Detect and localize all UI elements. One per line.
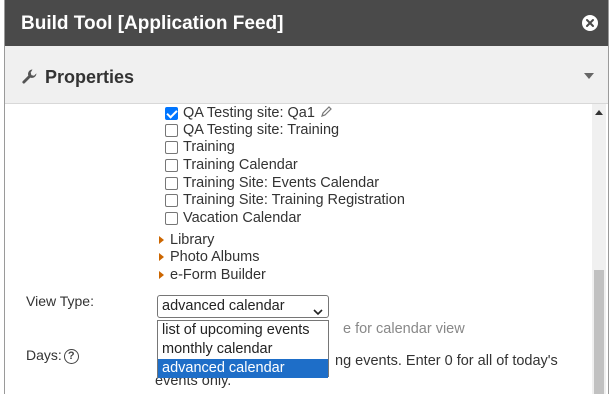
site-checkbox[interactable] <box>165 176 178 190</box>
site-option[interactable]: QA Testing site: Training <box>165 121 339 139</box>
site-label: Vacation Calendar <box>183 210 302 226</box>
site-label: Training <box>183 139 235 155</box>
site-checkbox[interactable] <box>165 158 178 172</box>
view-type-option-selected[interactable]: advanced calendar <box>158 359 328 378</box>
tree-item-label: Library <box>170 232 215 248</box>
tree-item-eform-builder[interactable]: e-Form Builder <box>159 266 266 284</box>
view-type-option[interactable]: list of upcoming events <box>158 321 328 340</box>
site-option[interactable]: Vacation Calendar <box>165 209 301 227</box>
tree-item-label: Photo Albums <box>170 249 260 265</box>
properties-panel-header[interactable]: Properties <box>5 46 608 104</box>
help-icon[interactable]: ? <box>63 348 79 364</box>
close-icon[interactable] <box>582 15 598 31</box>
site-label: Training Site: Events Calendar <box>183 175 380 191</box>
view-type-options-list[interactable]: list of upcoming events monthly calendar… <box>157 320 329 378</box>
view-type-selected: advanced calendar <box>162 298 285 314</box>
dialog-title: Build Tool [Application Feed] <box>21 13 284 34</box>
expand-arrow-icon[interactable] <box>159 236 164 244</box>
site-label: QA Testing site: Training <box>183 122 340 138</box>
scrollbar-thumb[interactable] <box>594 270 604 394</box>
chevron-down-icon[interactable] <box>584 73 594 79</box>
view-type-label: View Type: <box>26 293 94 309</box>
site-option[interactable]: Training Calendar <box>165 156 298 174</box>
view-type-option[interactable]: monthly calendar <box>158 340 328 359</box>
site-label: Training Calendar <box>183 157 298 173</box>
expand-arrow-icon[interactable] <box>159 253 164 261</box>
site-option[interactable]: QA Testing site: Qa1 <box>165 104 333 122</box>
tree-item-photo-albums[interactable]: Photo Albums <box>159 248 259 266</box>
wrench-icon <box>21 68 39 91</box>
site-option[interactable]: Training Site: Events Calendar <box>165 174 379 192</box>
tree-item-label: e-Form Builder <box>170 267 266 283</box>
properties-content: QA Testing site: Qa1 QA Testing site: Tr… <box>26 104 558 389</box>
site-option[interactable]: Training Site: Training Registration <box>165 191 405 209</box>
site-label: QA Testing site: Qa1 <box>183 105 315 121</box>
site-checkbox[interactable] <box>165 106 178 120</box>
tree-item-library[interactable]: Library <box>159 231 214 249</box>
pencil-icon[interactable] <box>320 105 333 122</box>
site-checkbox[interactable] <box>165 140 178 154</box>
expand-arrow-icon[interactable] <box>159 271 164 279</box>
view-type-select[interactable]: advanced calendar <box>157 295 329 318</box>
scroll-up-icon[interactable] <box>595 110 603 115</box>
build-tool-dialog: Build Tool [Application Feed] Properties… <box>4 0 609 394</box>
site-label: Training Site: Training Registration <box>183 192 405 208</box>
site-checkbox[interactable] <box>165 211 178 225</box>
panel-title: Properties <box>45 67 135 87</box>
dialog-titlebar: Build Tool [Application Feed] <box>5 0 608 46</box>
site-option[interactable]: Training <box>165 138 235 156</box>
site-checkbox[interactable] <box>165 123 178 137</box>
days-label: Days:? <box>26 347 79 364</box>
site-checkbox[interactable] <box>165 193 178 207</box>
content-scrollbar[interactable] <box>592 104 606 394</box>
